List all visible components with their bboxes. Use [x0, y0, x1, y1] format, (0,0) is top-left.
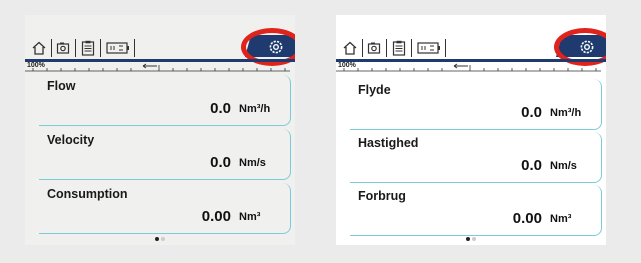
consumption-panel: Forbrug 0.00 Nm³: [350, 185, 602, 236]
percent-scale: 100%: [25, 62, 295, 76]
measurement-unit: Nm/s: [239, 157, 266, 169]
measurement-label: Flyde: [358, 83, 391, 97]
percent-scale: 100%: [336, 62, 606, 76]
battery-icon[interactable]: [416, 39, 442, 57]
measurement-label: Forbrug: [358, 189, 406, 203]
measurement-value: 0.0: [210, 100, 231, 117]
measurement-label: Velocity: [47, 133, 95, 147]
measurement-label: Hastighed: [358, 136, 419, 150]
consumption-panel: Consumption 0.00 Nm³: [39, 183, 291, 234]
flow-panel: Flow 0.0 Nm³/h: [39, 75, 291, 126]
measurement-value: 0.00: [201, 208, 231, 225]
clipboard-icon[interactable]: [80, 39, 96, 57]
measurement-unit: Nm/s: [550, 160, 577, 172]
velocity-panel: Velocity 0.0 Nm/s: [39, 129, 291, 180]
device-screen-english: 100% Flow 0.0 Nm³/h Velocity 0.0 Nm/s Co…: [25, 15, 295, 245]
toolbar-divider: [134, 39, 135, 57]
toolbar-divider: [75, 39, 76, 57]
measurement-unit: Nm³: [239, 211, 261, 223]
measurement-label: Flow: [47, 79, 76, 93]
measurement-value: 0.0: [521, 104, 542, 121]
camera-icon[interactable]: [55, 39, 71, 57]
battery-icon[interactable]: [105, 39, 131, 57]
measurement-unit: Nm³/h: [239, 103, 271, 115]
toolbar-divider: [51, 39, 52, 57]
toolbar-divider: [386, 39, 387, 57]
panel-frame: [39, 75, 291, 126]
clipboard-icon[interactable]: [391, 39, 407, 57]
page-indicator[interactable]: [155, 237, 165, 241]
toolbar-divider: [362, 39, 363, 57]
measurement-label: Consumption: [47, 187, 128, 201]
device-screen-danish: 100% Flyde 0.0 Nm³/h Hastighed 0.0 Nm/s …: [336, 15, 606, 245]
page-dot-active: [155, 237, 159, 241]
measurement-unit: Nm³: [550, 213, 572, 225]
measurement-value: 0.0: [210, 154, 231, 171]
velocity-panel: Hastighed 0.0 Nm/s: [350, 132, 602, 183]
camera-icon[interactable]: [366, 39, 382, 57]
page-dot: [472, 237, 476, 241]
toolbar-divider: [100, 39, 101, 57]
page-dot: [161, 237, 165, 241]
home-icon[interactable]: [31, 39, 47, 57]
page-indicator[interactable]: [466, 237, 476, 241]
toolbar-divider: [445, 39, 446, 57]
toolbar: [25, 15, 295, 66]
flow-panel: Flyde 0.0 Nm³/h: [350, 79, 602, 130]
page-dot-active: [466, 237, 470, 241]
measurement-value: 0.00: [512, 210, 542, 227]
home-icon[interactable]: [342, 39, 358, 57]
toolbar: [336, 15, 606, 66]
measurement-value: 0.0: [521, 157, 542, 174]
toolbar-divider: [411, 39, 412, 57]
measurement-unit: Nm³/h: [550, 107, 582, 119]
